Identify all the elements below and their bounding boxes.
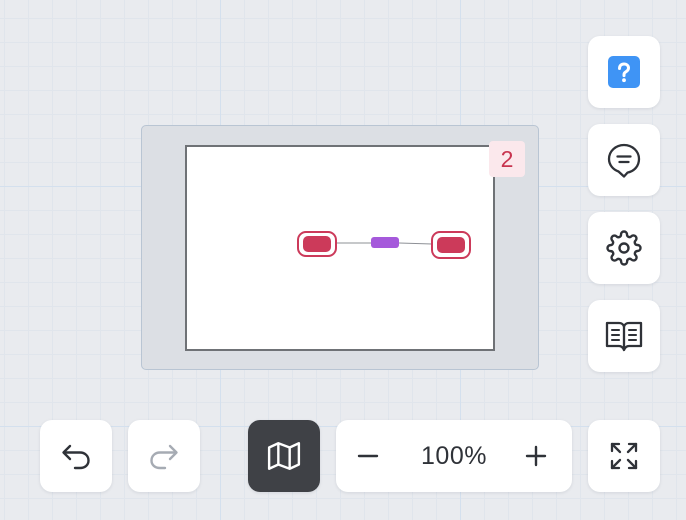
settings-button[interactable]: [588, 212, 660, 284]
help-icon: [608, 56, 640, 88]
gear-icon: [606, 230, 642, 266]
docs-button[interactable]: [588, 300, 660, 372]
fullscreen-button[interactable]: [588, 420, 660, 492]
minimap[interactable]: 2: [141, 125, 539, 370]
redo-button[interactable]: [128, 420, 200, 492]
comment-icon: [605, 141, 643, 179]
fullscreen-icon: [609, 441, 639, 471]
help-button[interactable]: [588, 36, 660, 108]
node-count-badge: 2: [489, 141, 525, 177]
map-icon: [267, 439, 301, 473]
minimap-viewport[interactable]: [185, 145, 495, 351]
plus-icon: [525, 445, 547, 467]
zoom-in-button[interactable]: [518, 438, 554, 474]
minimap-toggle-button[interactable]: [248, 420, 320, 492]
zoom-control: 100%: [336, 420, 572, 492]
zoom-level: 100%: [421, 442, 487, 470]
minus-icon: [357, 445, 379, 467]
book-icon: [604, 318, 644, 354]
undo-icon: [60, 442, 92, 470]
comment-button[interactable]: [588, 124, 660, 196]
redo-icon: [148, 442, 180, 470]
undo-button[interactable]: [40, 420, 112, 492]
zoom-out-button[interactable]: [350, 438, 386, 474]
